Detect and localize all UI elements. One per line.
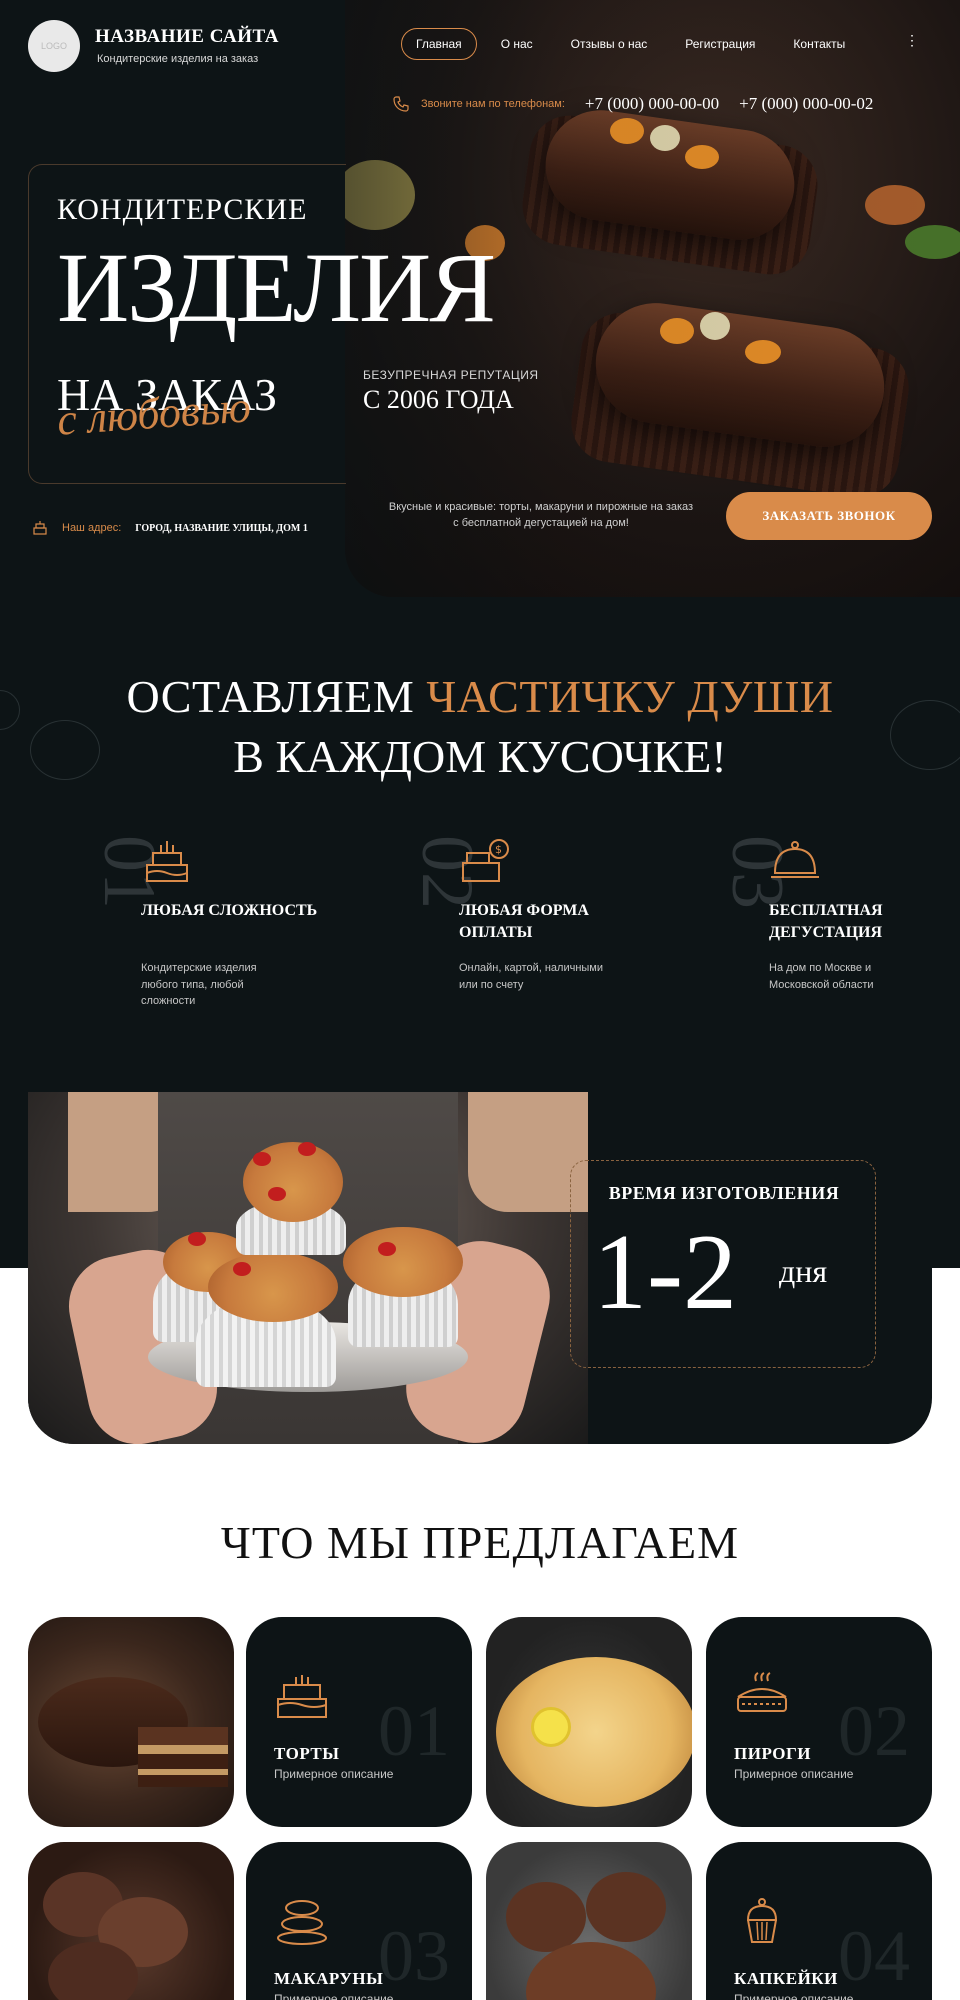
offers-title: ЧТО МЫ ПРЕДЛАГАЕМ	[220, 1517, 740, 1568]
main-nav: Главная О нас Отзывы о нас Регистрация К…	[401, 28, 869, 60]
cake-icon	[146, 841, 188, 882]
offer-number: 03	[378, 1916, 450, 1996]
slogan-line-1: ОСТАВЛЯЕМ ЧАСТИЧКУ ДУШИ	[0, 670, 960, 723]
offer-card-cupcakes[interactable]: 04 КАПКЕЙКИ Примерное описание	[706, 1842, 932, 2000]
hero-line-1: КОНДИТЕРСКИЕ	[57, 193, 308, 226]
slogan-part-1: ОСТАВЛЯЕМ	[126, 671, 427, 722]
slogan-line-2: В КАЖДОМ КУСОЧКЕ!	[233, 731, 727, 782]
feature-title: БЕСПЛАТНАЯ ДЕГУСТАЦИЯ	[769, 902, 883, 941]
pies-photo[interactable]	[486, 1617, 692, 1827]
cakes-photo[interactable]	[28, 1617, 234, 1827]
cupcakes-photo	[28, 1092, 588, 1444]
feature-title: ЛЮБАЯ СЛОЖНОСТЬ	[141, 902, 318, 919]
phone-2[interactable]: +7 (000) 000-00-02	[739, 94, 873, 114]
offer-number: 04	[838, 1916, 910, 1996]
pie-icon	[737, 1672, 787, 1712]
nav-about[interactable]: О нас	[487, 29, 547, 59]
reputation-value: С 2006 ГОДА	[363, 385, 514, 414]
feature-1: 01 ЛЮБАЯ СЛОЖНОСТЬ Кондитерские изделия …	[86, 835, 346, 1015]
order-call-button[interactable]: ЗАКАЗАТЬ ЗВОНОК	[726, 492, 932, 540]
nav-home[interactable]: Главная	[401, 28, 477, 60]
nav-reviews[interactable]: Отзывы о нас	[557, 29, 662, 59]
offer-description: Примерное описание	[734, 1767, 854, 1781]
feature-3: 03 БЕСПЛАТНАЯ ДЕГУСТАЦИЯ На дом по Москв…	[714, 835, 960, 1015]
feature-description: Онлайн, картой, наличными или по счету	[459, 962, 604, 991]
phone-1[interactable]: +7 (000) 000-00-00	[585, 94, 719, 114]
cake-icon	[33, 521, 47, 535]
offer-title: ПИРОГИ	[734, 1744, 811, 1763]
svg-text:$: $	[495, 843, 502, 856]
more-menu-icon[interactable]: ⋮	[905, 32, 919, 49]
production-time-value: 1-2	[593, 1213, 737, 1332]
cake-icon	[277, 1675, 327, 1718]
address-row: Наш адрес: ГОРОД, НАЗВАНИЕ УЛИЦЫ, ДОМ 1	[32, 520, 308, 536]
cash-register-icon: $	[462, 839, 509, 882]
reputation-label: БЕЗУПРЕЧНАЯ РЕПУТАЦИЯ	[363, 368, 539, 382]
site-title: НАЗВАНИЕ САЙТА	[95, 26, 279, 47]
offer-description: Примерное описание	[274, 1767, 394, 1781]
slogan-accent: ЧАСТИЧКУ ДУШИ	[426, 671, 834, 722]
offer-card-macarons[interactable]: 03 МАКАРУНЫ Примерное описание	[246, 1842, 472, 2000]
feature-2: 02 $ ЛЮБАЯ ФОРМА ОПЛАТЫ Онлайн, картой, …	[404, 835, 664, 1015]
production-time-label: ВРЕМЯ ИЗГОТОВЛЕНИЯ	[608, 1183, 840, 1203]
nav-contacts[interactable]: Контакты	[779, 29, 859, 59]
address-label: Наш адрес:	[62, 522, 122, 534]
phone-row: Звоните нам по телефонам: +7 (000) 000-0…	[393, 94, 893, 114]
feature-description: Кондитерские изделия любого типа, любой …	[141, 962, 257, 1007]
offer-card-pies[interactable]: 02 ПИРОГИ Примерное описание	[706, 1617, 932, 1827]
offer-card-cakes[interactable]: 01 ТОРТЫ Примерное описание	[246, 1617, 472, 1827]
offer-title: МАКАРУНЫ	[274, 1969, 384, 1988]
offer-description: Примерное описание	[274, 1992, 394, 2000]
feature-description: На дом по Москве и Московской области	[769, 962, 874, 991]
cupcake-icon	[746, 1898, 778, 1943]
cloche-icon	[771, 841, 819, 878]
address-value: ГОРОД, НАЗВАНИЕ УЛИЦЫ, ДОМ 1	[135, 522, 308, 534]
logo[interactable]: LOGO	[28, 20, 80, 72]
feature-title: ЛЮБАЯ ФОРМА ОПЛАТЫ	[459, 902, 589, 941]
production-time-unit: дня	[779, 1253, 828, 1289]
offer-number: 01	[378, 1691, 450, 1771]
phone-icon	[393, 96, 409, 112]
phone-label: Звоните нам по телефонам:	[421, 98, 565, 110]
offer-title: ТОРТЫ	[274, 1744, 340, 1763]
macarons-photo[interactable]	[28, 1842, 234, 2000]
offer-title: КАПКЕЙКИ	[734, 1969, 838, 1988]
cupcakes-photo[interactable]	[486, 1842, 692, 2000]
site-subtitle: Кондитерские изделия на заказ	[97, 53, 259, 65]
hero-description: Вкусные и красивые: торты, макаруни и пи…	[388, 501, 694, 529]
production-time-card: ВРЕМЯ ИЗГОТОВЛЕНИЯ 1-2 дня	[28, 1092, 932, 1444]
macaron-icon	[277, 1900, 327, 1945]
hero-line-2: ИЗДЕЛИЯ	[57, 232, 496, 343]
nav-registration[interactable]: Регистрация	[671, 29, 769, 59]
offer-description: Примерное описание	[734, 1992, 854, 2000]
production-time-box: ВРЕМЯ ИЗГОТОВЛЕНИЯ 1-2 дня	[570, 1160, 876, 1368]
offer-number: 02	[838, 1691, 910, 1771]
